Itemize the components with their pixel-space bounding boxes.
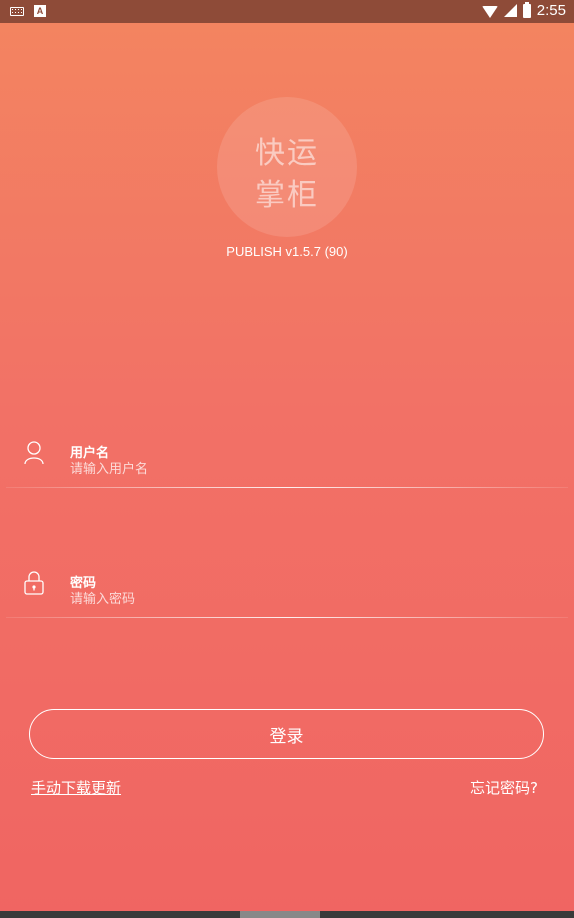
a-icon: A bbox=[34, 5, 46, 17]
login-button[interactable]: 登录 bbox=[29, 709, 544, 759]
status-bar: A 2:55 bbox=[0, 0, 574, 23]
wifi-icon bbox=[481, 5, 498, 18]
forgot-password-link[interactable]: 忘记密码? bbox=[470, 777, 538, 798]
status-time: 2:55 bbox=[536, 2, 566, 19]
manual-update-link[interactable]: 手动下载更新 bbox=[31, 777, 121, 798]
keyboard-icon bbox=[10, 6, 24, 16]
version-label: PUBLISH v1.5.7 (90) bbox=[226, 244, 348, 259]
username-underline bbox=[6, 487, 568, 488]
lock-icon bbox=[24, 571, 44, 595]
logo-line-1: 快运 bbox=[255, 136, 319, 171]
user-icon bbox=[24, 441, 44, 465]
password-label: 密码 bbox=[70, 576, 97, 591]
status-left: A bbox=[10, 5, 46, 17]
app-logo: 快运 掌柜 bbox=[217, 97, 357, 237]
nav-handle[interactable] bbox=[240, 911, 320, 918]
password-input[interactable] bbox=[70, 590, 540, 608]
username-input[interactable] bbox=[70, 460, 540, 478]
battery-icon bbox=[522, 1, 531, 18]
logo-line-2: 掌柜 bbox=[255, 178, 319, 213]
password-underline bbox=[6, 617, 568, 618]
navigation-bar bbox=[0, 911, 574, 918]
signal-icon bbox=[503, 4, 517, 17]
status-right: 2:55 bbox=[481, 1, 566, 19]
username-label: 用户名 bbox=[70, 446, 110, 461]
